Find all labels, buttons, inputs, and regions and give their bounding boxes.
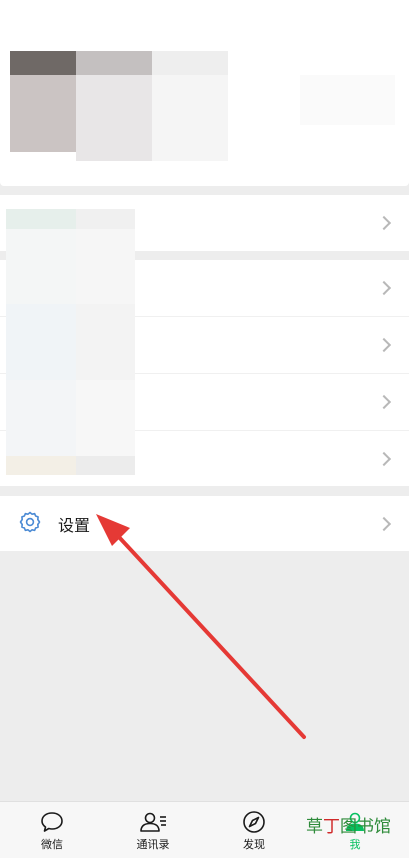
profile-card[interactable] (0, 0, 409, 186)
tab-discover[interactable]: 发现 (224, 802, 284, 858)
watermark-text: 草丁图书馆 (306, 812, 391, 837)
watermark-part: 图书馆 (340, 817, 391, 837)
gear-icon (19, 511, 41, 533)
tab-chats[interactable]: 微信 (22, 802, 82, 858)
profile-avatar-blurred (10, 51, 228, 161)
compass-icon (243, 811, 265, 833)
menu-row-settings[interactable]: 设置 (0, 496, 409, 551)
watermark-part: 草 (306, 817, 323, 837)
chevron-right-icon (376, 215, 392, 231)
tab-label: 微信 (41, 838, 63, 851)
chevron-right-icon (376, 394, 392, 410)
chat-bubble-icon (41, 812, 63, 832)
chevron-right-icon (376, 280, 392, 296)
chevron-right-icon (376, 337, 392, 353)
profile-blur-right (300, 75, 395, 125)
tab-label: 我 (349, 838, 361, 851)
tab-label: 发现 (243, 838, 265, 851)
watermark-part: 丁 (323, 817, 340, 837)
contacts-icon (140, 812, 166, 832)
tab-contacts[interactable]: 通讯录 (123, 802, 183, 858)
menu-icons-blurred (6, 209, 135, 475)
chevron-right-icon (376, 451, 392, 466)
settings-label: 设置 (58, 515, 91, 535)
tab-label: 通讯录 (136, 838, 170, 851)
chevron-right-icon (376, 516, 392, 531)
